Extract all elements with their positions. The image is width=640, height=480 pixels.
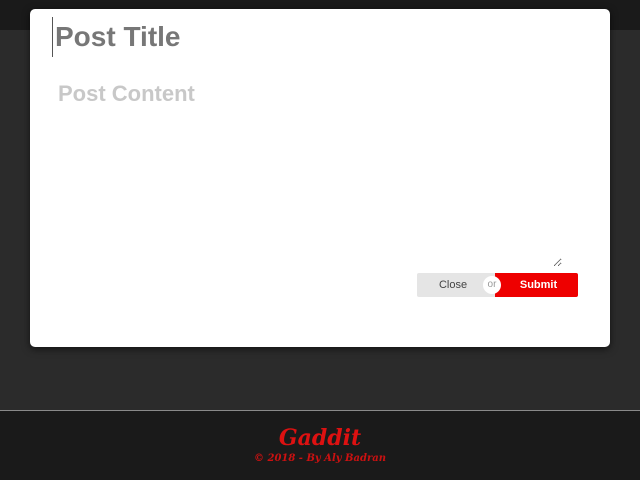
footer-brand: Gaddit bbox=[278, 425, 362, 451]
submit-button[interactable]: Submit bbox=[495, 273, 578, 297]
post-title-input[interactable] bbox=[52, 17, 575, 57]
new-post-modal: Close Submit or bbox=[30, 9, 610, 347]
footer: Gaddit © 2018 - By Aly Badran bbox=[0, 410, 640, 480]
or-divider: or bbox=[483, 276, 501, 294]
action-button-group: Close Submit or bbox=[417, 273, 578, 297]
footer-copyright: © 2018 - By Aly Badran bbox=[254, 453, 386, 464]
post-content-textarea[interactable] bbox=[58, 81, 562, 267]
